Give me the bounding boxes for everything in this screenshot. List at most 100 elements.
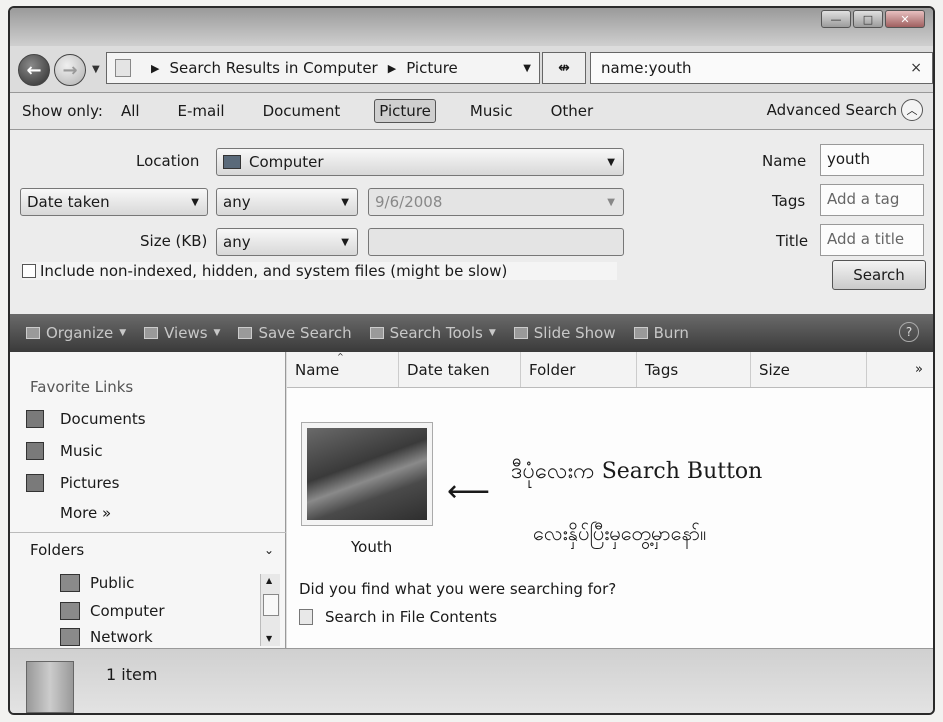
search-results-icon — [26, 661, 74, 713]
views-icon — [144, 327, 159, 339]
include-nonindexed-option[interactable]: Include non-indexed, hidden, and system … — [22, 262, 618, 280]
search-query: name:youth — [601, 59, 692, 77]
network-icon — [60, 628, 80, 646]
computer-icon — [223, 155, 241, 169]
details-pane: 1 item — [10, 648, 933, 713]
organize-label: Organize — [46, 324, 114, 342]
date-field-value: Date taken — [27, 193, 110, 211]
chevron-down-icon: ▼ — [607, 196, 615, 208]
size-value-field[interactable] — [368, 228, 624, 256]
more-links[interactable]: More » — [60, 504, 111, 522]
chevron-up-icon: ︿ — [901, 99, 923, 121]
sort-ascending-icon: ^ — [337, 352, 344, 361]
folders-title: Folders — [30, 540, 85, 559]
advanced-search-toggle[interactable]: Advanced Search ︿ — [767, 99, 923, 121]
column-name[interactable]: ^ Name — [287, 352, 399, 387]
scroll-up-icon[interactable]: ▲ — [266, 576, 272, 585]
column-size[interactable]: Size — [751, 352, 867, 387]
folders-header[interactable]: Folders ⌄ — [10, 532, 286, 566]
arrow-right-icon: → — [62, 59, 78, 81]
search-button[interactable]: Search — [832, 260, 926, 290]
minimize-button[interactable]: — — [821, 10, 851, 28]
show-only-label: Show only: — [22, 102, 103, 120]
column-headers: ^ Name Date taken Folder Tags Size » — [287, 352, 933, 388]
chevron-down-icon: ▼ — [119, 328, 127, 338]
filter-all[interactable]: All — [117, 100, 144, 122]
more-columns-icon[interactable]: » — [915, 362, 923, 377]
computer-icon — [60, 602, 80, 620]
scrollbar-thumb[interactable] — [263, 594, 279, 616]
folder-icon — [60, 574, 80, 592]
filter-music[interactable]: Music — [466, 100, 517, 122]
title-bar: — □ ✕ — [10, 8, 933, 46]
title-label: Title — [776, 232, 809, 250]
title-field[interactable]: Add a title — [820, 224, 924, 256]
recent-pages-dropdown[interactable]: ▼ — [92, 64, 100, 75]
include-nonindexed-checkbox[interactable] — [22, 264, 36, 278]
favorite-links-title: Favorite Links — [30, 378, 134, 396]
help-icon[interactable]: ? — [899, 322, 919, 342]
tree-item-computer[interactable]: Computer — [60, 602, 165, 620]
sidebar-item-music[interactable]: Music — [26, 442, 103, 460]
location-select[interactable]: Computer ▼ — [216, 148, 624, 176]
search-tools-icon — [369, 327, 384, 339]
breadcrumb-picture[interactable]: Picture — [406, 59, 458, 77]
folder-icon — [115, 59, 131, 77]
organize-button[interactable]: Organize ▼ — [26, 324, 126, 342]
chevron-down-icon: ▼ — [488, 328, 496, 338]
annotation-text-line2: လေးနှိပ်ပြီးမှတွေ့မှာနော်။ — [533, 521, 707, 545]
sidebar-item-documents[interactable]: Documents — [26, 410, 146, 428]
search-input[interactable]: name:youth × — [590, 52, 933, 84]
size-label: Size (KB) — [140, 232, 208, 250]
sidebar-item-label: Documents — [60, 410, 146, 428]
column-label: Folder — [529, 360, 576, 379]
folders-scrollbar[interactable]: ▲ ▼ — [260, 574, 280, 646]
search-file-contents-link[interactable]: Search in File Contents — [299, 608, 497, 626]
documents-icon — [26, 410, 44, 428]
burn-button[interactable]: Burn — [633, 324, 689, 342]
save-search-button[interactable]: Save Search — [238, 324, 352, 342]
sidebar-item-label: Pictures — [60, 474, 120, 492]
search-tools-button[interactable]: Search Tools ▼ — [369, 324, 496, 342]
address-dropdown-icon[interactable]: ▼ — [523, 63, 531, 74]
pictures-icon — [26, 474, 44, 492]
views-button[interactable]: Views ▼ — [144, 324, 220, 342]
tree-item-network[interactable]: Network — [60, 628, 153, 646]
tree-item-public[interactable]: Public — [60, 574, 134, 592]
date-operator-select[interactable]: any ▼ — [216, 188, 358, 216]
arrow-left-icon: ← — [26, 59, 42, 81]
filter-email[interactable]: E-mail — [174, 100, 229, 122]
size-operator-select[interactable]: any ▼ — [216, 228, 358, 256]
column-label: Size — [759, 360, 790, 379]
filter-document[interactable]: Document — [259, 100, 345, 122]
maximize-button[interactable]: □ — [853, 10, 883, 28]
sidebar-item-pictures[interactable]: Pictures — [26, 474, 119, 492]
date-value-picker[interactable]: 9/6/2008 ▼ — [368, 188, 624, 216]
filter-picture[interactable]: Picture — [374, 99, 436, 123]
refresh-button[interactable]: ↮ — [542, 52, 586, 84]
date-field-select[interactable]: Date taken ▼ — [20, 188, 208, 216]
filter-other[interactable]: Other — [547, 100, 598, 122]
file-name[interactable]: Youth — [351, 538, 392, 556]
slide-show-button[interactable]: Slide Show — [513, 324, 616, 342]
close-button[interactable]: ✕ — [885, 10, 925, 28]
name-field[interactable]: youth — [820, 144, 924, 176]
forward-button[interactable]: → — [54, 54, 86, 86]
burn-label: Burn — [653, 324, 689, 342]
column-folder[interactable]: Folder — [521, 352, 637, 387]
tree-item-label: Public — [90, 574, 135, 592]
photo-preview — [307, 428, 427, 520]
slide-show-label: Slide Show — [533, 324, 616, 342]
back-button[interactable]: ← — [18, 54, 50, 86]
scroll-down-icon[interactable]: ▼ — [266, 634, 272, 643]
sidebar-item-label: Music — [60, 442, 103, 460]
tree-item-label: Computer — [90, 602, 165, 620]
chevron-down-icon: ▼ — [213, 328, 221, 338]
tags-field[interactable]: Add a tag — [820, 184, 924, 216]
clear-search-icon[interactable]: × — [910, 60, 922, 76]
breadcrumb-search-results[interactable]: Search Results in Computer — [169, 59, 377, 77]
column-date-taken[interactable]: Date taken — [399, 352, 521, 387]
column-tags[interactable]: Tags — [637, 352, 751, 387]
address-bar[interactable]: ▶ Search Results in Computer ▶ Picture ▼ — [106, 52, 540, 84]
file-thumbnail[interactable] — [301, 422, 433, 526]
